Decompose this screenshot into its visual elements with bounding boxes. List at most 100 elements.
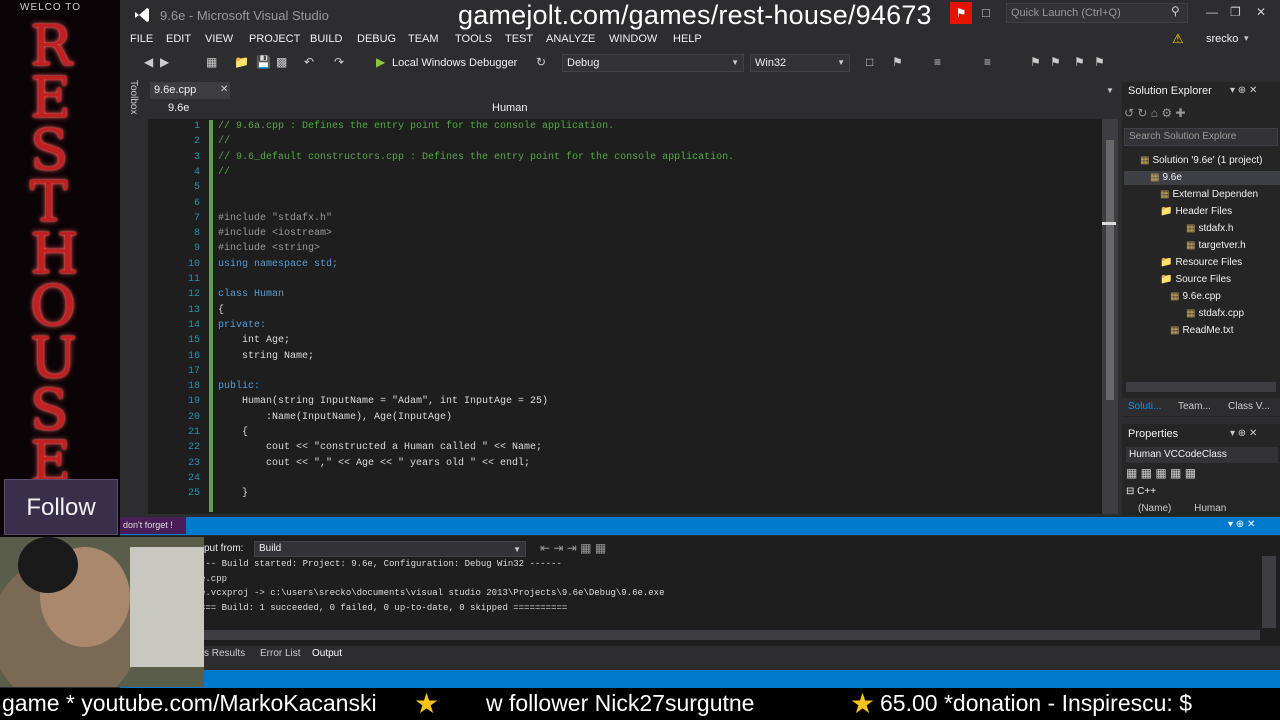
code-line[interactable]: #include "stdafx.h" — [218, 213, 332, 224]
undo-icon[interactable]: ↶ — [304, 55, 314, 69]
solution-tree-item[interactable]: 📁 Source Files — [1160, 274, 1231, 285]
solution-tree-item[interactable]: ▦ Solution '9.6e' (1 project) — [1140, 155, 1262, 166]
menu-file[interactable]: FILE — [130, 33, 153, 45]
solution-tree-item[interactable]: 📁 Header Files — [1160, 206, 1232, 217]
save-icon[interactable]: 💾 — [256, 55, 271, 69]
tab-team[interactable]: Team... — [1178, 401, 1211, 412]
code-line[interactable]: Human(string InputName = "Adam", int Inp… — [218, 396, 548, 407]
chevron-down-icon[interactable]: ▾ — [1244, 33, 1249, 44]
code-line[interactable]: { — [218, 427, 248, 438]
solution-tree-item[interactable]: 📁 Resource Files — [1160, 257, 1242, 268]
output-source-value: Build — [259, 543, 282, 554]
panel-options-icon[interactable]: ▾ ⊕ ✕ — [1230, 85, 1257, 96]
code-line[interactable]: } — [218, 488, 248, 499]
properties-row[interactable]: (Name) Human — [1138, 503, 1226, 514]
comment-icon[interactable]: ≡ — [984, 55, 991, 69]
solution-tree-item[interactable]: ▦ stdafx.h — [1186, 223, 1233, 234]
solution-tree-item[interactable]: ▦ 9.6e.cpp — [1170, 291, 1221, 302]
menu-debug[interactable]: DEBUG — [357, 33, 396, 45]
toolbox-tab[interactable]: Toolbox — [128, 80, 139, 114]
forward-icon[interactable]: ▶ — [160, 55, 169, 69]
bookmark-set-icon[interactable]: ⚑ — [1030, 55, 1041, 69]
panel-options-icon[interactable]: ▾ ⊕ ✕ — [1230, 428, 1257, 439]
maximize-icon[interactable]: ❐ — [1230, 5, 1241, 19]
search-icon[interactable]: ⚲ — [1171, 4, 1180, 18]
code-line[interactable]: #include <iostream> — [218, 228, 332, 239]
save-all-icon[interactable]: ▩ — [276, 55, 287, 69]
document-tab[interactable]: 9.6e.cpp — [150, 82, 230, 99]
menu-analyze[interactable]: ANALYZE — [546, 33, 595, 45]
platform-dropdown[interactable]: Win32 ▼ — [750, 54, 850, 72]
chevron-down-icon[interactable]: ▼ — [1106, 86, 1114, 95]
code-line[interactable]: // 9.6_default constructors.cpp : Define… — [218, 152, 734, 163]
code-line[interactable]: int Age; — [218, 335, 290, 346]
bookmark-clear-icon[interactable]: ⚑ — [1094, 55, 1105, 69]
member-dropdown[interactable]: Human — [476, 101, 794, 117]
code-editor[interactable] — [148, 119, 1102, 514]
solution-search-input[interactable]: Search Solution Explore — [1124, 128, 1278, 146]
refresh-icon[interactable]: ↻ — [536, 55, 546, 69]
find-icon[interactable]: □ — [866, 55, 873, 69]
code-line[interactable]: using namespace std; — [218, 259, 338, 270]
redo-icon[interactable]: ↷ — [334, 55, 344, 69]
code-line[interactable]: // 9.6a.cpp : Defines the entry point fo… — [218, 121, 614, 132]
code-line[interactable]: public: — [218, 381, 260, 392]
code-line[interactable]: string Name; — [218, 351, 314, 362]
panel-options-icon[interactable]: ▾ ⊕ ✕ — [1228, 519, 1255, 530]
menu-window[interactable]: WINDOW — [609, 33, 657, 45]
code-line[interactable]: // — [218, 167, 230, 178]
start-debugging-icon[interactable]: ▶ — [376, 55, 385, 69]
tab-error-list[interactable]: Error List — [260, 648, 301, 659]
bookmark-prev-icon[interactable]: ⚑ — [1050, 55, 1061, 69]
solution-tree-item[interactable]: ▦ ReadMe.txt — [1170, 325, 1234, 336]
tab-class-view[interactable]: Class V... — [1228, 401, 1270, 412]
menu-tools[interactable]: TOOLS — [455, 33, 492, 45]
new-project-icon[interactable]: ▦ — [206, 55, 217, 69]
follow-button[interactable]: Follow — [4, 479, 118, 535]
menu-test[interactable]: TEST — [505, 33, 533, 45]
code-line[interactable]: :Name(InputName), Age(InputAge) — [218, 412, 452, 423]
code-line[interactable]: cout << "constructed a Human called " <<… — [218, 442, 542, 453]
code-line[interactable]: class Human — [218, 289, 284, 300]
code-line[interactable]: { — [218, 305, 224, 316]
output-source-dropdown[interactable]: Build ▼ — [254, 541, 526, 557]
bookmark-icon[interactable]: ⚑ — [892, 55, 903, 69]
indent-icon[interactable]: ≡ — [934, 55, 941, 69]
code-line[interactable]: private: — [218, 320, 266, 331]
user-name[interactable]: srecko — [1206, 33, 1238, 45]
quick-launch-input[interactable]: Quick Launch (Ctrl+Q) — [1006, 3, 1188, 23]
code-line[interactable]: // — [218, 136, 230, 147]
configuration-dropdown[interactable]: Debug ▼ — [562, 54, 744, 72]
menu-help[interactable]: HELP — [673, 33, 702, 45]
solution-tree-item[interactable]: ▦ stdafx.cpp — [1186, 308, 1244, 319]
close-icon[interactable]: ✕ — [1256, 5, 1266, 19]
solution-scrollbar[interactable] — [1126, 382, 1276, 392]
start-debugging-button[interactable]: Local Windows Debugger — [392, 57, 517, 69]
warning-icon[interactable]: ⚠ — [1172, 31, 1184, 47]
open-file-icon[interactable]: 📁 — [234, 55, 249, 69]
code-line[interactable]: #include <string> — [218, 243, 320, 254]
tab-find-results[interactable]: s Results — [204, 648, 245, 659]
output-hscrollbar[interactable] — [204, 630, 1260, 640]
back-icon[interactable]: ◀ — [144, 55, 153, 69]
scope-dropdown[interactable]: 9.6e — [152, 101, 472, 117]
close-icon[interactable]: ✕ — [220, 84, 228, 95]
feedback-icon[interactable]: □ — [982, 5, 990, 20]
menu-edit[interactable]: EDIT — [166, 33, 191, 45]
tab-solution[interactable]: Soluti... — [1128, 401, 1161, 412]
menu-build[interactable]: BUILD — [310, 33, 342, 45]
editor-scroll-thumb[interactable] — [1106, 140, 1114, 400]
solution-tree-item[interactable]: ▦ 9.6e — [1150, 172, 1182, 183]
menu-project[interactable]: PROJECT — [249, 33, 300, 45]
menu-team[interactable]: TEAM — [408, 33, 439, 45]
notification-flag-icon[interactable]: ⚑ — [950, 2, 972, 24]
solution-tree-item[interactable]: ▦ targetver.h — [1186, 240, 1246, 251]
properties-object-selector[interactable]: Human VCCodeClass — [1126, 447, 1278, 463]
menu-view[interactable]: VIEW — [205, 33, 233, 45]
minimize-icon[interactable]: — — [1206, 5, 1218, 19]
code-line[interactable]: cout << "," << Age << " years old " << e… — [218, 458, 530, 469]
solution-tree-item[interactable]: ▦ External Dependen — [1160, 189, 1258, 200]
bookmark-next-icon[interactable]: ⚑ — [1074, 55, 1085, 69]
tab-output[interactable]: Output — [312, 648, 342, 659]
output-scrollbar[interactable] — [1262, 556, 1276, 628]
